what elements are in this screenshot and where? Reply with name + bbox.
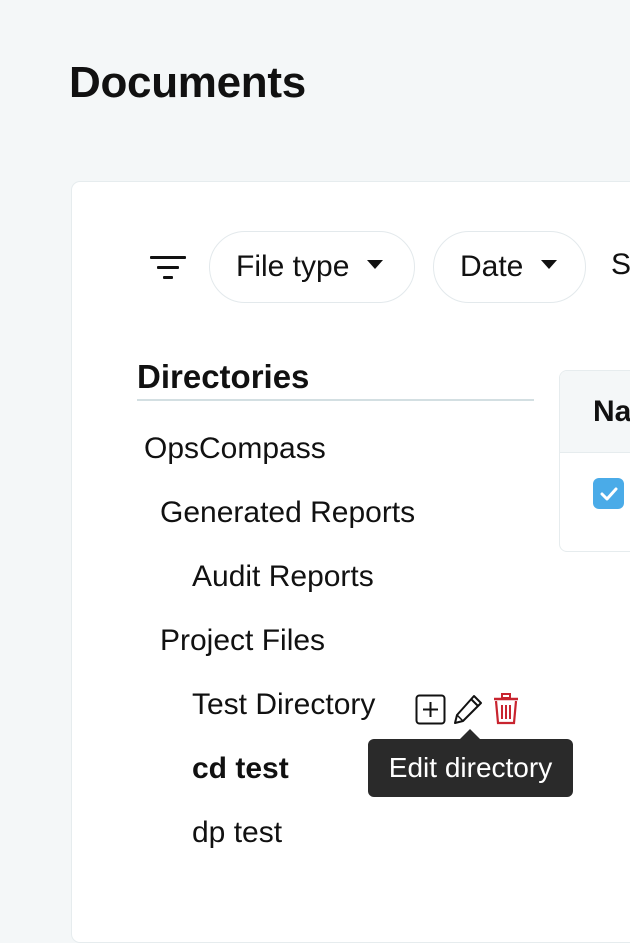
date-filter[interactable]: Date xyxy=(433,231,586,303)
directory-actions xyxy=(414,693,522,725)
edit-directory-button[interactable] xyxy=(452,693,484,725)
edit-directory-tooltip: Edit directory xyxy=(368,729,573,797)
directories-divider xyxy=(137,399,534,401)
tree-item-cd-test[interactable]: cd test xyxy=(192,752,289,786)
tree-item-dp-test[interactable]: dp test xyxy=(192,816,282,850)
filter-partial[interactable]: S xyxy=(611,248,630,282)
file-type-label: File type xyxy=(236,250,350,283)
date-label: Date xyxy=(460,250,524,283)
page-title: Documents xyxy=(69,58,306,107)
caret-down-icon xyxy=(367,259,384,269)
plus-square-icon xyxy=(415,694,445,724)
tree-item-test-directory[interactable]: Test Directory xyxy=(192,688,375,722)
tree-item-opscompass[interactable]: OpsCompass xyxy=(144,432,326,466)
delete-directory-button[interactable] xyxy=(490,693,522,725)
filter-icon[interactable] xyxy=(150,256,186,280)
file-type-filter[interactable]: File type xyxy=(209,231,415,303)
trash-icon xyxy=(494,693,518,725)
table-header-name[interactable]: Na xyxy=(560,371,630,453)
pencil-icon xyxy=(454,695,482,724)
check-icon xyxy=(600,487,617,500)
tree-item-project-files[interactable]: Project Files xyxy=(160,624,325,658)
tree-item-generated-reports[interactable]: Generated Reports xyxy=(160,496,415,530)
tree-item-audit-reports[interactable]: Audit Reports xyxy=(192,560,374,594)
caret-down-icon xyxy=(541,259,558,269)
row-checkbox[interactable] xyxy=(593,478,624,509)
directories-heading: Directories xyxy=(137,358,310,395)
add-subdirectory-button[interactable] xyxy=(414,693,446,725)
documents-table: Na xyxy=(559,370,630,552)
